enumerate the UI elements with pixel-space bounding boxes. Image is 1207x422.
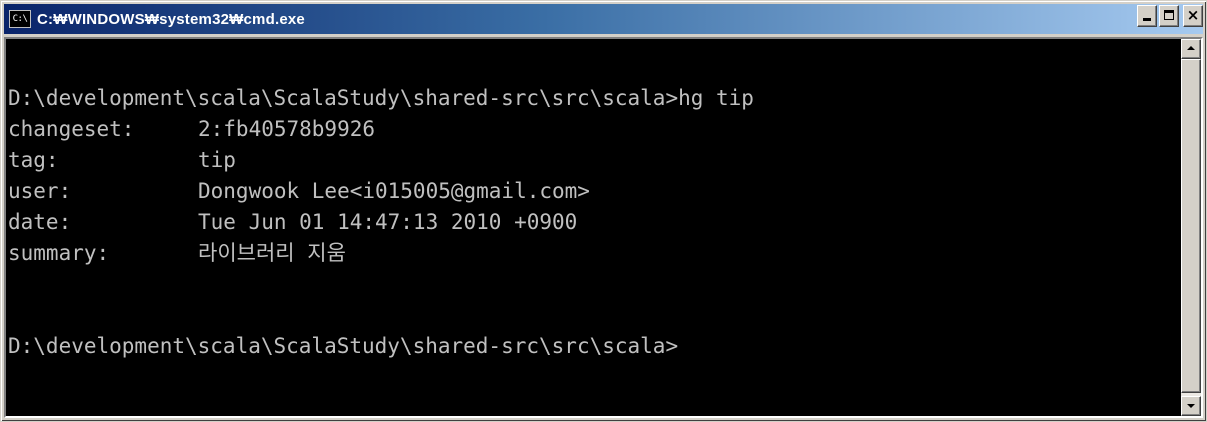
console-output[interactable]: D:\development\scala\ScalaStudy\shared-s…	[8, 39, 1181, 416]
output-value: 라이브러리 지움	[198, 241, 346, 265]
output-row-user: user: Dongwook Lee<i015005@gmail.com>	[8, 176, 1181, 207]
close-icon: ×	[1186, 6, 1200, 24]
output-key: user:	[8, 179, 72, 203]
output-row-tag: tag: tip	[8, 145, 1181, 176]
maximize-button[interactable]	[1159, 5, 1179, 27]
output-value: 2:fb40578b9926	[198, 117, 376, 141]
vertical-scrollbar[interactable]	[1181, 39, 1201, 416]
title-bar[interactable]: C:\ C:₩WINDOWS₩system32₩cmd.exe	[4, 4, 1203, 34]
caption-buttons: ×	[1137, 5, 1203, 27]
arrow-up-icon	[1187, 46, 1195, 50]
arrow-down-icon	[1187, 404, 1195, 408]
output-key: date:	[8, 210, 72, 234]
scroll-down-button[interactable]	[1181, 396, 1201, 416]
console-client-area: D:\development\scala\ScalaStudy\shared-s…	[4, 37, 1203, 418]
command-line: D:\development\scala\ScalaStudy\shared-s…	[8, 86, 754, 110]
output-value: Tue Jun 01 14:47:13 2010 +0900	[198, 210, 578, 234]
scroll-up-button[interactable]	[1181, 39, 1201, 59]
minimize-button[interactable]	[1137, 5, 1157, 27]
output-row-summary: summary: 라이브러리 지움	[8, 238, 1181, 269]
window-title: C:₩WINDOWS₩system32₩cmd.exe	[37, 10, 305, 28]
blank-lines	[8, 269, 1181, 331]
prompt-line[interactable]: D:\development\scala\ScalaStudy\shared-s…	[8, 331, 1181, 362]
close-button[interactable]: ×	[1183, 5, 1203, 27]
output-key: tag:	[8, 148, 59, 172]
output-value: tip	[198, 148, 236, 172]
output-row-date: date: Tue Jun 01 14:47:13 2010 +0900	[8, 207, 1181, 238]
output-row-changeset: changeset: 2:fb40578b9926	[8, 114, 1181, 145]
minimize-icon	[1143, 18, 1151, 21]
scroll-thumb[interactable]	[1181, 59, 1201, 393]
cmd-icon[interactable]: C:\	[9, 10, 31, 28]
cmd-window: C:\ C:₩WINDOWS₩system32₩cmd.exe × D:\dev…	[0, 0, 1207, 422]
output-key: summary:	[8, 241, 110, 265]
output-key: changeset:	[8, 117, 135, 141]
maximize-icon	[1164, 10, 1174, 20]
output-value: Dongwook Lee<i015005@gmail.com>	[198, 179, 590, 203]
